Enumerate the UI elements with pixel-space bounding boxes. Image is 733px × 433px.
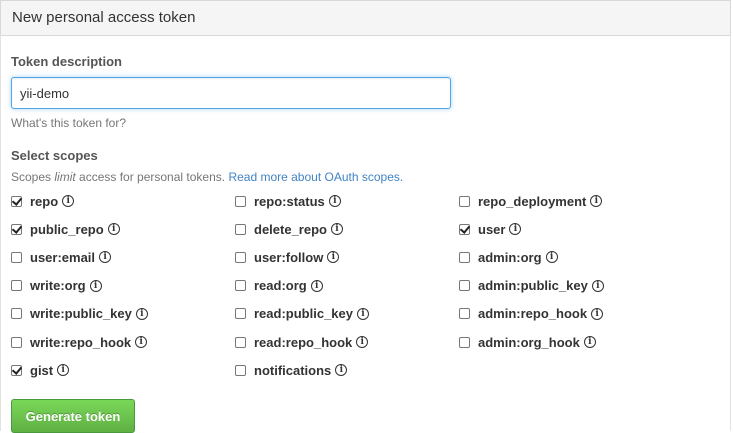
scope-option[interactable]: admin:org i — [459, 248, 558, 266]
scope-label: admin:public_key — [478, 278, 588, 294]
scope-label: admin:org_hook — [478, 334, 580, 350]
scope-checkbox[interactable] — [459, 336, 470, 348]
scope-checkbox[interactable] — [11, 308, 22, 320]
scope-checkbox[interactable] — [235, 280, 246, 292]
scope-label: repo — [30, 193, 59, 209]
token-description-hint: What's this token for? — [11, 116, 127, 130]
info-icon[interactable]: i — [357, 307, 369, 320]
scope-label: user:email — [30, 249, 96, 265]
scope-option[interactable]: repo i — [11, 192, 75, 210]
scope-label: write:org — [30, 278, 86, 294]
scope-label: notifications — [254, 362, 332, 378]
select-scopes-label: Select scopes — [11, 148, 98, 163]
scope-checkbox[interactable] — [235, 364, 246, 376]
scopes-note-emphasis: limit — [54, 170, 76, 184]
info-icon[interactable]: i — [310, 279, 323, 292]
info-icon[interactable]: i — [509, 223, 522, 236]
scope-checkbox[interactable] — [459, 251, 470, 263]
info-icon[interactable]: i — [328, 195, 341, 207]
scope-checkbox[interactable] — [235, 251, 246, 263]
scope-label: gist — [30, 362, 54, 378]
scope-option[interactable]: admin:repo_hook i — [459, 305, 604, 323]
scope-label: repo_deployment — [478, 193, 587, 209]
scope-checkbox[interactable] — [235, 195, 246, 207]
info-icon[interactable]: i — [330, 223, 343, 236]
info-icon[interactable]: i — [335, 364, 348, 377]
info-icon[interactable]: i — [327, 251, 340, 264]
scope-checkbox[interactable] — [459, 280, 470, 292]
info-icon[interactable]: i — [89, 279, 102, 292]
scope-label: user — [478, 221, 506, 237]
scope-option[interactable]: repo:status i — [235, 192, 341, 210]
info-icon[interactable]: i — [99, 251, 112, 264]
panel-title: New personal access token — [12, 9, 196, 26]
token-description-label: Token description — [11, 54, 122, 69]
scope-label: read:public_key — [254, 306, 353, 322]
scope-option[interactable]: gist i — [11, 361, 70, 379]
info-icon[interactable]: i — [107, 223, 120, 236]
scopes-note-before: Scopes — [11, 170, 55, 184]
oauth-scopes-link[interactable]: Read more about OAuth scopes. — [228, 170, 403, 184]
scopes-note-after: access for personal tokens. — [75, 170, 229, 184]
scope-checkbox[interactable] — [11, 195, 22, 207]
scope-option[interactable]: write:org i — [11, 277, 102, 295]
scope-label: public_repo — [30, 221, 104, 237]
scope-checkbox[interactable] — [459, 308, 470, 320]
scope-label: repo:status — [254, 193, 325, 209]
info-icon[interactable]: i — [583, 336, 596, 348]
info-icon[interactable]: i — [591, 279, 604, 292]
scope-checkbox[interactable] — [459, 223, 470, 235]
scope-option[interactable]: read:public_key i — [235, 305, 369, 323]
scope-option[interactable]: write:repo_hook i — [11, 333, 148, 351]
scope-option[interactable]: write:public_key i — [11, 305, 148, 323]
token-description-input[interactable] — [11, 77, 451, 109]
scope-checkbox[interactable] — [459, 195, 470, 207]
scope-checkbox[interactable] — [11, 280, 22, 292]
scope-checkbox[interactable] — [11, 336, 22, 348]
scope-option[interactable]: notifications i — [235, 361, 348, 379]
scope-checkbox[interactable] — [235, 336, 246, 348]
scope-checkbox[interactable] — [235, 308, 246, 320]
info-icon[interactable]: i — [62, 195, 75, 207]
scope-label: admin:org — [478, 249, 542, 265]
scope-label: read:repo_hook — [254, 334, 353, 350]
scope-label: read:org — [254, 278, 307, 294]
scope-option[interactable]: read:org i — [235, 277, 323, 295]
panel-header: New personal access token — [0, 0, 731, 36]
scope-label: write:public_key — [30, 306, 132, 322]
scope-option[interactable]: repo_deployment i — [459, 192, 603, 210]
scope-checkbox[interactable] — [235, 223, 246, 235]
info-icon[interactable]: i — [57, 364, 70, 377]
scope-checkbox[interactable] — [11, 223, 22, 235]
scope-option[interactable]: admin:public_key i — [459, 277, 604, 295]
info-icon[interactable]: i — [135, 307, 148, 320]
scope-option[interactable]: read:repo_hook i — [235, 333, 369, 351]
scope-checkbox[interactable] — [11, 251, 22, 263]
scope-label: delete_repo — [254, 221, 327, 237]
generate-token-button[interactable]: Generate token — [11, 399, 135, 433]
scope-label: admin:repo_hook — [478, 306, 588, 322]
scope-option[interactable]: admin:org_hook i — [459, 333, 596, 351]
info-icon[interactable]: i — [590, 195, 603, 207]
scope-checkbox[interactable] — [11, 364, 22, 376]
info-icon[interactable]: i — [591, 307, 604, 320]
info-icon[interactable]: i — [135, 336, 148, 348]
scope-option[interactable]: user:follow i — [235, 248, 340, 266]
scope-option[interactable]: public_repo i — [11, 220, 120, 238]
scope-option[interactable]: delete_repo i — [235, 220, 343, 238]
scope-option[interactable]: user:email i — [11, 248, 112, 266]
scopes-note: Scopes limit access for personal tokens.… — [11, 170, 403, 184]
scope-label: write:repo_hook — [30, 334, 132, 350]
info-icon[interactable]: i — [545, 251, 558, 264]
scope-option[interactable]: user i — [459, 220, 522, 238]
info-icon[interactable]: i — [356, 336, 369, 348]
scope-label: user:follow — [254, 249, 324, 265]
